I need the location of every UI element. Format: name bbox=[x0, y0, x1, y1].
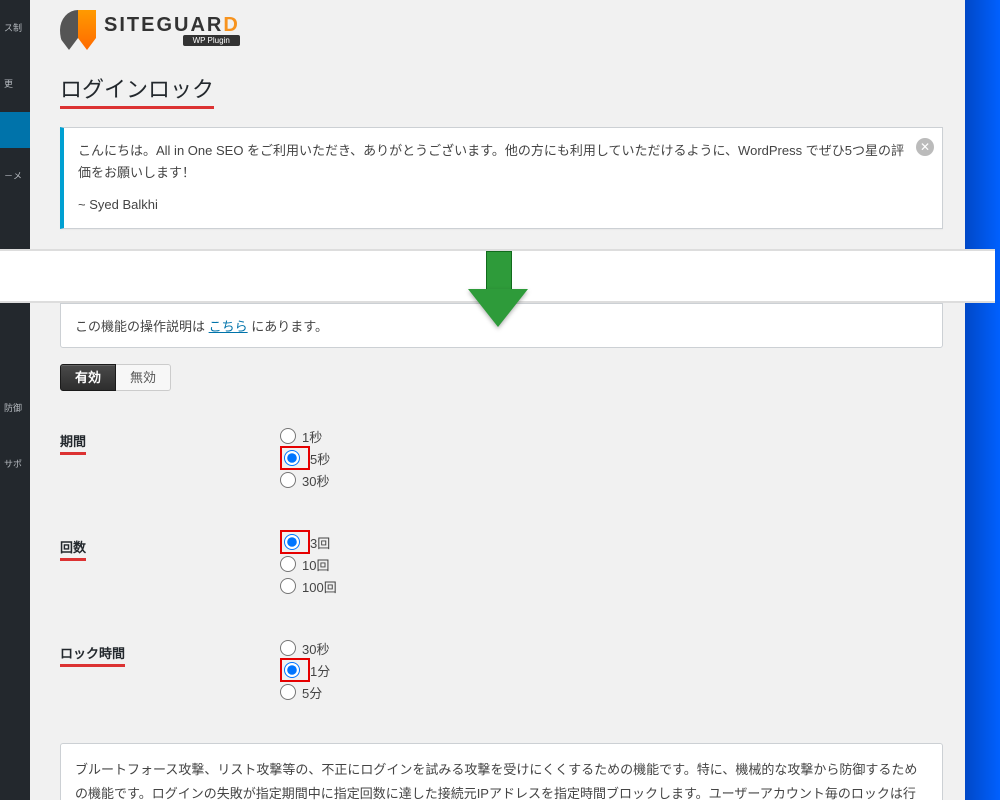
radio-label: 1秒 bbox=[302, 427, 322, 446]
notice-text: こんにちは。All in One SEO をご利用いただき、ありがとうございます… bbox=[78, 140, 908, 184]
field-label-period: 期間 bbox=[60, 431, 86, 455]
radio-label: 30秒 bbox=[302, 471, 329, 490]
toggle-on-button[interactable]: 有効 bbox=[60, 364, 116, 391]
sidebar-item[interactable]: 更 bbox=[0, 56, 30, 112]
plugin-logo: SITEGUARD WP Plugin bbox=[60, 0, 943, 50]
radio-lock-2[interactable] bbox=[280, 684, 296, 700]
radio-label: 30秒 bbox=[302, 639, 329, 658]
radio-period-2[interactable] bbox=[280, 472, 296, 488]
feature-description: ブルートフォース攻撃、リスト攻撃等の、不正にログインを試みる攻撃を受けにくくする… bbox=[60, 743, 943, 800]
help-suffix: にあります。 bbox=[248, 319, 328, 334]
radio-label: 100回 bbox=[302, 577, 337, 596]
settings-table: 期間 1秒 5秒 30秒 回数 3回 10回 100回 ロック時間 30秒 1分 5分 bbox=[60, 425, 943, 743]
sidebar-item[interactable]: ス制 bbox=[0, 0, 30, 56]
radio-count-1[interactable] bbox=[280, 556, 296, 572]
main-content: SITEGUARD WP Plugin ログインロック こんにちは。All in… bbox=[30, 0, 965, 800]
radio-label: 5秒 bbox=[310, 449, 330, 468]
enable-toggle: 有効無効 bbox=[60, 364, 943, 391]
help-prefix: この機能の操作説明は bbox=[75, 319, 209, 334]
content-break bbox=[0, 249, 995, 303]
arrow-down-icon bbox=[468, 251, 528, 341]
page-title: ログインロック bbox=[60, 72, 214, 109]
field-label-count: 回数 bbox=[60, 537, 86, 561]
logo-text: SITEGUARD bbox=[104, 14, 240, 37]
close-icon[interactable]: ✕ bbox=[916, 138, 934, 156]
radio-lock-1[interactable] bbox=[284, 662, 300, 678]
radio-period-1[interactable] bbox=[284, 450, 300, 466]
radio-label: 1分 bbox=[310, 661, 330, 680]
admin-sidebar: ス制 更 －メ 防御 サポ bbox=[0, 0, 30, 800]
radio-lock-0[interactable] bbox=[280, 640, 296, 656]
sidebar-item[interactable]: サポ bbox=[0, 436, 30, 492]
field-label-lock: ロック時間 bbox=[60, 643, 125, 667]
help-link[interactable]: こちら bbox=[209, 319, 248, 334]
sidebar-item[interactable]: 防御 bbox=[0, 380, 30, 436]
sidebar-item-active[interactable] bbox=[0, 112, 30, 148]
radio-label: 10回 bbox=[302, 555, 329, 574]
notice-signature: ~ Syed Balkhi bbox=[78, 194, 908, 216]
radio-label: 5分 bbox=[302, 683, 322, 702]
admin-notice: こんにちは。All in One SEO をご利用いただき、ありがとうございます… bbox=[60, 127, 943, 229]
radio-selected-highlight bbox=[280, 530, 310, 554]
sidebar-item[interactable]: －メ bbox=[0, 148, 30, 204]
logo-subtext: WP Plugin bbox=[183, 35, 240, 46]
radio-selected-highlight bbox=[280, 446, 310, 470]
radio-count-0[interactable] bbox=[284, 534, 300, 550]
outer-frame-right bbox=[965, 0, 1000, 800]
shield-icon bbox=[60, 10, 96, 50]
radio-count-2[interactable] bbox=[280, 578, 296, 594]
radio-selected-highlight bbox=[280, 658, 310, 682]
toggle-off-button[interactable]: 無効 bbox=[116, 364, 171, 391]
period-options: 1秒 5秒 30秒 bbox=[280, 425, 943, 531]
radio-period-0[interactable] bbox=[280, 428, 296, 444]
lock-options: 30秒 1分 5分 bbox=[280, 637, 943, 743]
count-options: 3回 10回 100回 bbox=[280, 531, 943, 637]
radio-label: 3回 bbox=[310, 533, 330, 552]
